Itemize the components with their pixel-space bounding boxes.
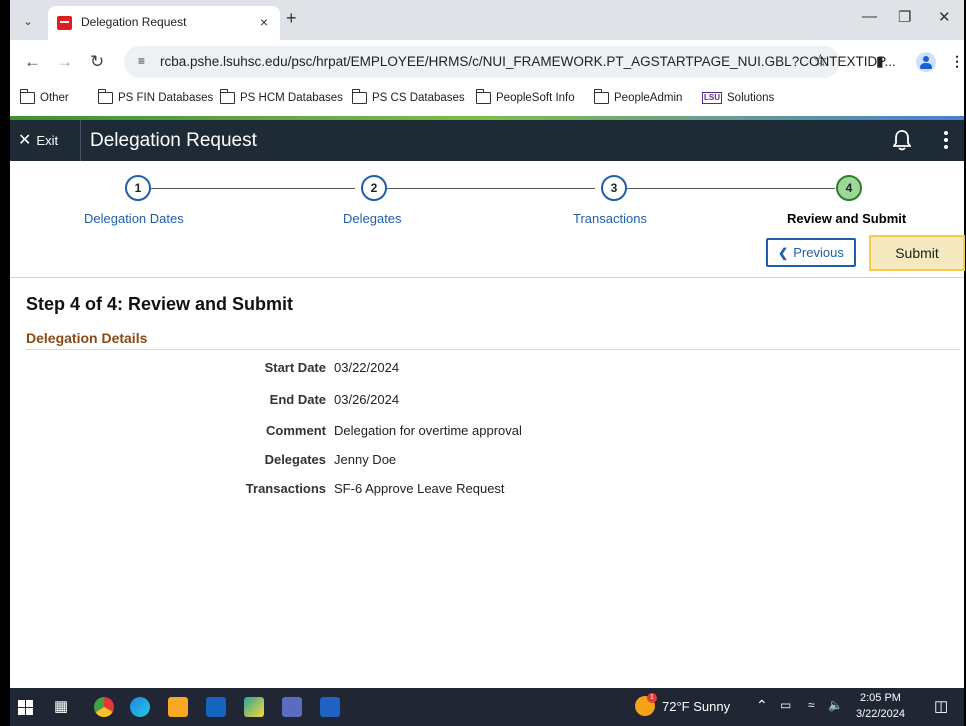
- address-bar[interactable]: ≡ rcba.pshe.lsuhsc.edu/psc/hrpat/EMPLOYE…: [124, 46, 896, 78]
- start-date-label: Start Date: [264, 360, 326, 375]
- app-header: ✕ Exit Delegation Request: [10, 120, 964, 161]
- main-content: Step 4 of 4: Review and Submit Delegatio…: [10, 278, 964, 688]
- chevron-left-icon: ❮: [778, 245, 789, 260]
- tab-search-chevron-icon[interactable]: ⌄: [18, 11, 38, 31]
- bookmark-folder-other[interactable]: Other: [20, 89, 69, 104]
- step-connector: [627, 188, 835, 189]
- step-1-circle[interactable]: 1: [125, 175, 151, 201]
- show-hidden-icons-chevron-icon[interactable]: ⌃: [756, 697, 768, 714]
- side-panel-icon[interactable]: ▮: [876, 53, 884, 70]
- folder-icon: [20, 89, 35, 104]
- transactions-label: Transactions: [245, 481, 326, 496]
- comment-value: Delegation for overtime approval: [334, 423, 522, 438]
- folder-icon: [220, 89, 235, 104]
- bookmark-star-icon[interactable]: ☆: [813, 51, 828, 71]
- bookmark-folder-ps-fin[interactable]: PS FIN Databases: [98, 89, 213, 104]
- lsu-logo-icon: LSU: [702, 92, 722, 104]
- bookmark-folder-ps-hcm[interactable]: PS HCM Databases: [220, 89, 343, 104]
- address-bar-url[interactable]: rcba.pshe.lsuhsc.edu/psc/hrpat/EMPLOYEE/…: [160, 54, 896, 69]
- screen-bezel-left: [0, 0, 10, 726]
- detail-row-start-date: Start Date 03/22/2024: [10, 360, 964, 380]
- header-divider: [80, 120, 81, 161]
- detail-row-comment: Comment Delegation for overtime approval: [10, 423, 964, 443]
- section-title: Delegation Details: [26, 330, 148, 346]
- outlook-icon[interactable]: [206, 697, 226, 717]
- step-4-circle[interactable]: 4: [836, 175, 862, 201]
- chrome-icon[interactable]: [94, 697, 114, 717]
- start-date-value: 03/22/2024: [334, 360, 400, 375]
- word-icon[interactable]: [320, 697, 340, 717]
- end-date-value: 03/26/2024: [334, 392, 400, 407]
- battery-icon[interactable]: ▭: [780, 698, 791, 712]
- detail-row-end-date: End Date 03/26/2024: [10, 392, 964, 412]
- restore-icon[interactable]: ❐: [898, 8, 911, 26]
- comment-label: Comment: [266, 423, 326, 438]
- step-connector: [151, 188, 355, 189]
- task-view-icon[interactable]: ▦: [54, 697, 68, 715]
- step-connector: [387, 188, 595, 189]
- end-date-label: End Date: [269, 392, 326, 407]
- notifications-bell-icon[interactable]: [893, 129, 911, 151]
- page-title: Delegation Request: [90, 130, 257, 151]
- tab-close-icon[interactable]: ×: [260, 14, 268, 30]
- weather-text[interactable]: 72°F Sunny: [662, 699, 730, 714]
- browser-toolbar: ← → ↻ ≡ rcba.pshe.lsuhsc.edu/psc/hrpat/E…: [10, 40, 964, 86]
- file-explorer-icon[interactable]: [168, 697, 188, 717]
- back-arrow-icon[interactable]: ←: [24, 52, 41, 72]
- folder-icon: [352, 89, 367, 104]
- minimize-icon[interactable]: —: [862, 8, 877, 25]
- close-x-icon: ✕: [18, 132, 32, 149]
- submit-button[interactable]: Submit: [869, 235, 965, 271]
- actions-menu-icon[interactable]: [944, 131, 950, 152]
- edge-icon[interactable]: [130, 697, 150, 717]
- windows-taskbar: ▦ 1 72°F Sunny ⌃ ▭ ≈ 🔈 2:05 PM 3/22/2024…: [10, 688, 964, 726]
- exit-label: Exit: [36, 133, 59, 148]
- windows-start-icon[interactable]: [18, 700, 34, 716]
- clock-time[interactable]: 2:05 PM: [860, 692, 901, 704]
- step-1-label[interactable]: Delegation Dates: [84, 211, 184, 226]
- screen: ⌄ Delegation Request × + — ❐ ✕ ← → ↻ ≡ r…: [0, 0, 966, 726]
- previous-button[interactable]: ❮ Previous: [766, 238, 856, 267]
- step-3-circle[interactable]: 3: [601, 175, 627, 201]
- wifi-icon[interactable]: ≈: [808, 698, 815, 712]
- browser-tab-strip: ⌄ Delegation Request × + — ❐ ✕: [10, 0, 964, 40]
- step-2-label[interactable]: Delegates: [343, 211, 402, 226]
- snipping-tool-icon[interactable]: [244, 697, 264, 717]
- volume-icon[interactable]: 🔈: [828, 698, 843, 712]
- bookmark-folder-peoplesoft-info[interactable]: PeopleSoft Info: [476, 89, 575, 104]
- folder-icon: [98, 89, 113, 104]
- delegates-label: Delegates: [264, 452, 326, 467]
- delegates-value: Jenny Doe: [334, 452, 397, 467]
- detail-row-transactions: Transactions SF-6 Approve Leave Request: [10, 481, 964, 501]
- notification-center-icon[interactable]: ◫: [934, 697, 948, 715]
- forward-arrow-icon[interactable]: →: [56, 52, 73, 72]
- step-4-label: Review and Submit: [787, 211, 907, 226]
- bookmark-folder-ps-cs[interactable]: PS CS Databases: [352, 89, 465, 104]
- bookmark-folder-peopleadmin[interactable]: PeopleAdmin: [594, 89, 682, 104]
- window-close-icon[interactable]: ✕: [938, 8, 951, 26]
- browser-menu-icon[interactable]: ⋮: [950, 53, 964, 70]
- step-3-label[interactable]: Transactions: [573, 211, 647, 226]
- exit-button[interactable]: ✕ Exit: [18, 132, 59, 149]
- step-train: 1 2 3 4 Delegation Dates Delegates Trans…: [10, 161, 965, 278]
- teams-icon[interactable]: [282, 697, 302, 717]
- reload-icon[interactable]: ↻: [90, 52, 104, 72]
- profile-avatar-icon[interactable]: [916, 52, 936, 72]
- browser-tab-active[interactable]: Delegation Request ×: [48, 6, 280, 40]
- detail-row-delegates: Delegates Jenny Doe: [10, 452, 964, 472]
- step-2-circle[interactable]: 2: [361, 175, 387, 201]
- clock-date[interactable]: 3/22/2024: [856, 708, 905, 720]
- bookmark-solutions[interactable]: LSU Solutions: [702, 92, 774, 104]
- transactions-value: SF-6 Approve Leave Request: [334, 481, 505, 496]
- peoplesoft-favicon-icon: [57, 16, 72, 30]
- bookmarks-bar: Other PS FIN Databases PS HCM Databases …: [10, 86, 964, 116]
- folder-icon: [476, 89, 491, 104]
- weather-badge: 1: [647, 693, 657, 703]
- folder-icon: [594, 89, 609, 104]
- site-settings-icon[interactable]: ≡: [138, 54, 145, 68]
- tab-title: Delegation Request: [81, 15, 187, 29]
- section-divider: [26, 349, 960, 350]
- step-title: Step 4 of 4: Review and Submit: [26, 294, 294, 314]
- new-tab-button[interactable]: +: [286, 8, 297, 29]
